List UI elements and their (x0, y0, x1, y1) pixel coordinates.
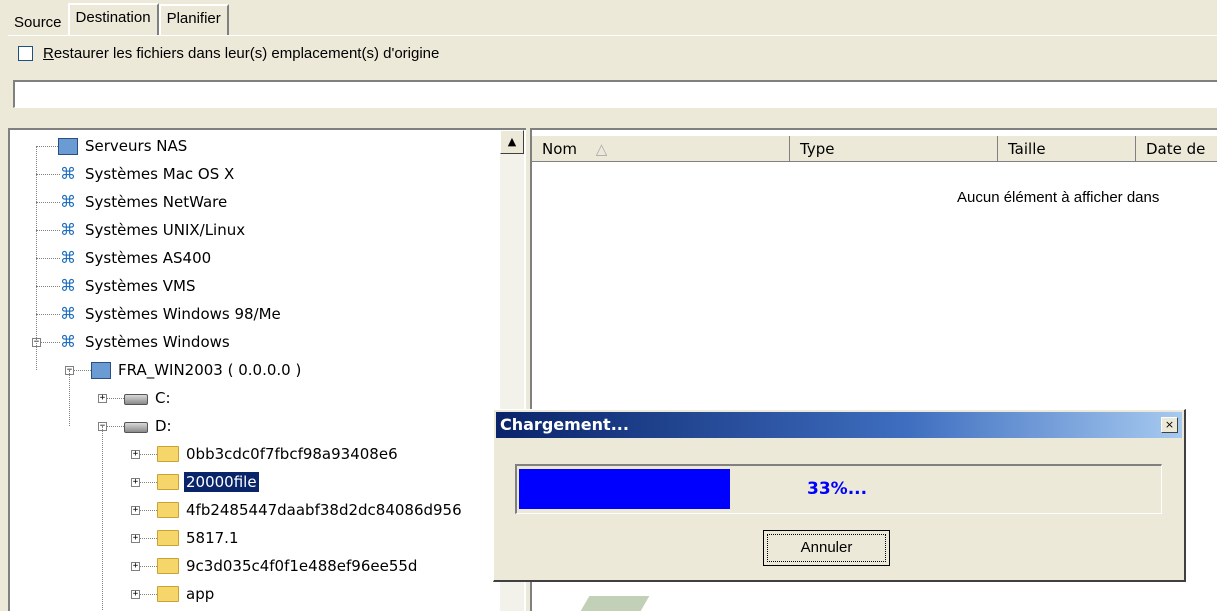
tree-connector (36, 258, 60, 259)
tree-item[interactable]: ⌘ Systèmes Mac OS X (58, 160, 236, 188)
tree-item[interactable]: C: (124, 384, 173, 412)
network-icon: ⌘ (60, 276, 76, 295)
folder-icon (157, 474, 179, 490)
tree-item[interactable]: app (157, 580, 216, 608)
tree-connector (36, 146, 37, 370)
tree-item-label: Serveurs NAS (85, 137, 188, 155)
network-icon: ⌘ (60, 332, 76, 351)
tree-item[interactable]: 9c3d035c4f0f1e488ef96ee55d (157, 552, 419, 580)
column-label-nom: Nom (542, 140, 578, 158)
tree-pane: Serveurs NAS ⌘ Systèmes Mac OS X ⌘ Systèmes … (8, 128, 526, 611)
tree-item-label: Systèmes Windows 98/Me (85, 305, 281, 323)
destination-tree: Serveurs NAS ⌘ Systèmes Mac OS X ⌘ Systèmes … (10, 130, 500, 611)
tree-item-label: Systèmes AS400 (85, 249, 212, 267)
network-icon: ⌘ (60, 304, 76, 323)
tab-divider (8, 35, 1217, 36)
tree-item-label: Systèmes NetWare (85, 193, 228, 211)
tree-item-label: C: (155, 389, 171, 407)
tree-connector (36, 230, 60, 231)
expand-icon[interactable]: + (131, 590, 140, 599)
tree-item[interactable]: Serveurs NAS (58, 132, 189, 160)
restore-label: estaurer les fichiers dans leur(s) empla… (53, 45, 440, 62)
expand-icon[interactable]: + (98, 394, 107, 403)
loading-dialog: Chargement... × 33%... Annuler (493, 409, 1186, 582)
tree-item-label: Systèmes VMS (85, 277, 196, 295)
network-icon: ⌘ (60, 220, 76, 239)
expand-icon[interactable]: + (131, 450, 140, 459)
tree-item[interactable]: FRA_WIN2003 ( 0.0.0.0 ) (91, 356, 303, 384)
sort-ascending-icon: △ (595, 140, 608, 158)
tree-item-label: 20000file (183, 471, 260, 493)
dialog-titlebar[interactable]: Chargement... × (496, 412, 1182, 438)
tree-item[interactable]: 0bb3cdc0f7fbcf98a93408e6 (157, 440, 400, 468)
drive-icon (124, 422, 148, 433)
tree-item-label: Systèmes UNIX/Linux (85, 221, 246, 239)
tree-item-label: D: (155, 417, 172, 435)
background-app-icon (580, 596, 650, 611)
tree-item-label: 9c3d035c4f0f1e488ef96ee55d (186, 557, 418, 575)
server-icon (91, 361, 111, 379)
column-header-date[interactable]: Date de (1136, 136, 1217, 162)
tree-connector (102, 426, 103, 611)
tree-connector (36, 202, 60, 203)
tree-item-label: app (186, 585, 215, 603)
tree-item[interactable]: ⌘ Systèmes UNIX/Linux (58, 216, 247, 244)
tree-item-label: Systèmes Mac OS X (85, 165, 235, 183)
folder-icon (157, 446, 179, 462)
tree-item[interactable]: ⌘ Systèmes AS400 (58, 244, 213, 272)
tree-item-label: FRA_WIN2003 ( 0.0.0.0 ) (118, 361, 302, 379)
expand-icon[interactable]: + (131, 534, 140, 543)
tree-item[interactable]: 5817.1 (157, 524, 241, 552)
tree-item-label: 5817.1 (186, 529, 239, 547)
folder-icon (157, 530, 179, 546)
destination-path-input[interactable] (13, 80, 1217, 108)
progress-fill (519, 469, 730, 509)
folder-icon (157, 558, 179, 574)
tree-connector (36, 146, 60, 147)
drive-icon (124, 394, 148, 405)
tree-item[interactable]: ⌘ Systèmes Windows (58, 328, 232, 356)
restore-original-location-option[interactable]: Restaurer les fichiers dans leur(s) empl… (18, 45, 439, 62)
tree-item[interactable]: ⌘ Systèmes NetWare (58, 188, 229, 216)
expand-icon[interactable]: + (131, 506, 140, 515)
restore-label-accesskey: R (43, 45, 54, 62)
scroll-up-button[interactable]: ▲ (500, 130, 524, 154)
tree-item[interactable]: 4fb2485447daabf38d2dc84086d956 (157, 496, 464, 524)
column-header-nom[interactable]: Nom △ (532, 136, 790, 162)
tree-connector (69, 370, 70, 426)
tab-destination[interactable]: Destination (67, 3, 159, 35)
network-icon: ⌘ (60, 248, 76, 267)
progress-percent-text: 33%... (807, 479, 868, 499)
nas-server-icon (58, 137, 78, 155)
cancel-button-label: Annuler (767, 534, 886, 562)
dialog-title: Chargement... (500, 415, 629, 434)
tab-planifier[interactable]: Planifier (158, 4, 229, 35)
expand-icon[interactable]: + (131, 478, 140, 487)
tree-connector (36, 314, 60, 315)
tab-bar: Source Destination Planifier (8, 3, 229, 35)
network-icon: ⌘ (60, 192, 76, 211)
network-icon: ⌘ (60, 164, 76, 183)
cancel-button[interactable]: Annuler (763, 530, 890, 566)
empty-list-message: Aucun élément à afficher dans (957, 189, 1160, 206)
column-header-type[interactable]: Type (790, 136, 998, 162)
tree-item-label: Systèmes Windows (85, 333, 230, 351)
tree-item[interactable]: 20000file (157, 468, 260, 496)
restore-original-location-checkbox[interactable] (18, 46, 33, 61)
close-icon[interactable]: × (1161, 417, 1178, 433)
tree-item[interactable]: ⌘ Systèmes VMS (58, 272, 197, 300)
loading-progress-bar: 33%... (515, 464, 1162, 514)
tree-item[interactable]: ⌘ Systèmes Windows 98/Me (58, 300, 283, 328)
tree-connector (36, 174, 60, 175)
tree-item[interactable]: D: (124, 412, 174, 440)
tree-item-label: 4fb2485447daabf38d2dc84086d956 (186, 501, 462, 519)
folder-icon (157, 586, 179, 602)
expand-icon[interactable]: + (131, 562, 140, 571)
column-header-taille[interactable]: Taille (998, 136, 1136, 162)
folder-icon (157, 502, 179, 518)
tree-item-label: 0bb3cdc0f7fbcf98a93408e6 (186, 445, 398, 463)
tab-source[interactable]: Source (8, 11, 68, 35)
tree-connector (36, 286, 60, 287)
